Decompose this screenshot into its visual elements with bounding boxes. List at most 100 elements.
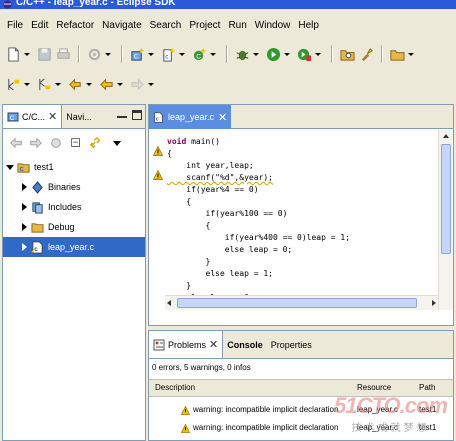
tab-problems[interactable]: Problems ✕ xyxy=(149,331,224,358)
code-line: } xyxy=(167,281,192,290)
code-line: else leap = 0; xyxy=(167,245,293,254)
expand-toggle[interactable] xyxy=(19,182,29,192)
folder-icon xyxy=(389,49,405,61)
code-line: { xyxy=(167,149,172,158)
forward-dropdown[interactable] xyxy=(147,75,154,93)
menu-window[interactable]: Window xyxy=(251,17,295,35)
tree-item-binaries[interactable]: Binaries xyxy=(3,177,145,197)
includes-icon xyxy=(31,201,44,214)
close-icon[interactable]: ✕ xyxy=(48,110,57,123)
menu-help[interactable]: Help xyxy=(294,17,323,35)
warning-icon xyxy=(181,424,190,433)
save-button[interactable] xyxy=(35,45,53,63)
menu-edit[interactable]: Edit xyxy=(27,17,52,35)
scroll-thumb[interactable] xyxy=(177,298,417,308)
debug-button[interactable] xyxy=(233,45,251,63)
last-edit-location-button[interactable] xyxy=(66,75,84,93)
window-title-bar[interactable]: C/C++ - leap_year.c - Eclipse SDK xyxy=(0,0,456,9)
scroll-thumb[interactable] xyxy=(441,144,451,254)
open-type-button[interactable] xyxy=(338,45,356,63)
print-button[interactable] xyxy=(54,45,72,63)
next-annotation-button[interactable] xyxy=(4,75,22,93)
scroll-up-icon[interactable] xyxy=(443,134,449,138)
search-button[interactable] xyxy=(357,45,375,63)
next-annotation-icon xyxy=(7,78,19,90)
open-perspective-dropdown[interactable] xyxy=(407,45,414,63)
debug-dropdown[interactable] xyxy=(252,45,259,63)
up-icon[interactable] xyxy=(49,136,63,150)
vertical-scrollbar[interactable] xyxy=(438,130,453,310)
svg-text:C: C xyxy=(20,167,24,173)
code-line: if(year%4 == 0) xyxy=(167,185,259,194)
open-folder-search-icon xyxy=(339,49,355,61)
c-project-icon: C xyxy=(17,161,30,174)
print-icon xyxy=(56,47,70,59)
new-c-project-button[interactable]: C xyxy=(128,45,146,63)
warning-icon[interactable] xyxy=(153,170,163,180)
close-icon[interactable]: ✕ xyxy=(209,338,218,351)
scroll-right-icon[interactable] xyxy=(432,300,436,306)
menu-navigate[interactable]: Navigate xyxy=(98,17,145,35)
scroll-left-icon[interactable] xyxy=(167,300,171,306)
forward-icon[interactable] xyxy=(29,136,43,150)
expand-toggle[interactable] xyxy=(19,222,29,232)
expand-toggle[interactable] xyxy=(19,242,29,252)
menu-file[interactable]: File xyxy=(3,17,27,35)
new-source-file-dropdown[interactable] xyxy=(178,45,185,63)
code-area[interactable]: void main() { int year,leap; scanf("%d",… xyxy=(149,130,439,310)
tab-console[interactable]: Console xyxy=(223,331,267,358)
back-icon[interactable] xyxy=(9,136,23,150)
tree-item-includes[interactable]: Includes xyxy=(3,197,145,217)
menu-project[interactable]: Project xyxy=(185,17,224,35)
maximize-view-button[interactable] xyxy=(132,110,142,120)
new-dropdown[interactable] xyxy=(23,45,30,63)
c-source-file-icon: c xyxy=(154,111,163,122)
prev-annotation-dropdown[interactable] xyxy=(54,75,61,93)
build-dropdown[interactable] xyxy=(104,45,111,63)
external-tools-dropdown[interactable] xyxy=(314,45,321,63)
close-icon[interactable]: ✕ xyxy=(218,111,227,124)
external-tools-button[interactable] xyxy=(295,45,313,63)
new-c-project-dropdown[interactable] xyxy=(147,45,154,63)
tab-console-label: Console xyxy=(227,339,263,350)
column-description[interactable]: Description xyxy=(155,383,195,392)
tree-item-leap-year-c[interactable]: c leap_year.c xyxy=(3,237,145,257)
tab-navigator[interactable]: Navi... xyxy=(62,105,96,128)
expand-toggle[interactable] xyxy=(19,202,29,212)
tab-c-projects[interactable]: C C/C... ✕ xyxy=(3,105,63,128)
next-annotation-dropdown[interactable] xyxy=(23,75,30,93)
forward-button[interactable] xyxy=(128,75,146,93)
new-class-button[interactable]: C xyxy=(190,45,208,63)
collapse-all-icon[interactable] xyxy=(69,136,83,150)
view-menu-icon[interactable] xyxy=(113,140,121,146)
column-resource[interactable]: Resource xyxy=(357,383,391,392)
new-class-dropdown[interactable] xyxy=(209,45,216,63)
link-with-editor-icon[interactable] xyxy=(89,136,103,150)
tree-item-debug[interactable]: Debug xyxy=(3,217,145,237)
new-button[interactable] xyxy=(4,45,22,63)
expand-toggle[interactable] xyxy=(5,162,15,172)
last-edit-dropdown[interactable] xyxy=(85,75,92,93)
column-path[interactable]: Path xyxy=(419,383,435,392)
svg-text:c: c xyxy=(156,116,159,122)
editor-tab-leap-year-c[interactable]: c leap_year.c ✕ xyxy=(149,105,231,129)
menu-search[interactable]: Search xyxy=(146,17,186,35)
flashlight-icon xyxy=(361,47,373,61)
run-button[interactable] xyxy=(264,45,282,63)
warning-icon[interactable] xyxy=(153,146,163,156)
new-source-file-button[interactable]: c xyxy=(159,45,177,63)
prev-annotation-button[interactable] xyxy=(35,75,53,93)
menu-run[interactable]: Run xyxy=(224,17,250,35)
project-explorer-toolbar xyxy=(3,129,145,157)
tree-item-test1[interactable]: C test1 xyxy=(3,157,145,177)
horizontal-scrollbar[interactable] xyxy=(165,295,439,310)
back-button[interactable] xyxy=(97,75,115,93)
back-dropdown[interactable] xyxy=(116,75,123,93)
tab-properties[interactable]: Properties xyxy=(267,331,316,358)
run-dropdown[interactable] xyxy=(283,45,290,63)
open-perspective-button[interactable] xyxy=(388,45,406,63)
back-arrow-icon xyxy=(99,78,113,90)
menu-refactor[interactable]: Refactor xyxy=(52,17,98,35)
minimize-view-button[interactable] xyxy=(117,110,127,118)
build-button[interactable] xyxy=(85,45,103,63)
